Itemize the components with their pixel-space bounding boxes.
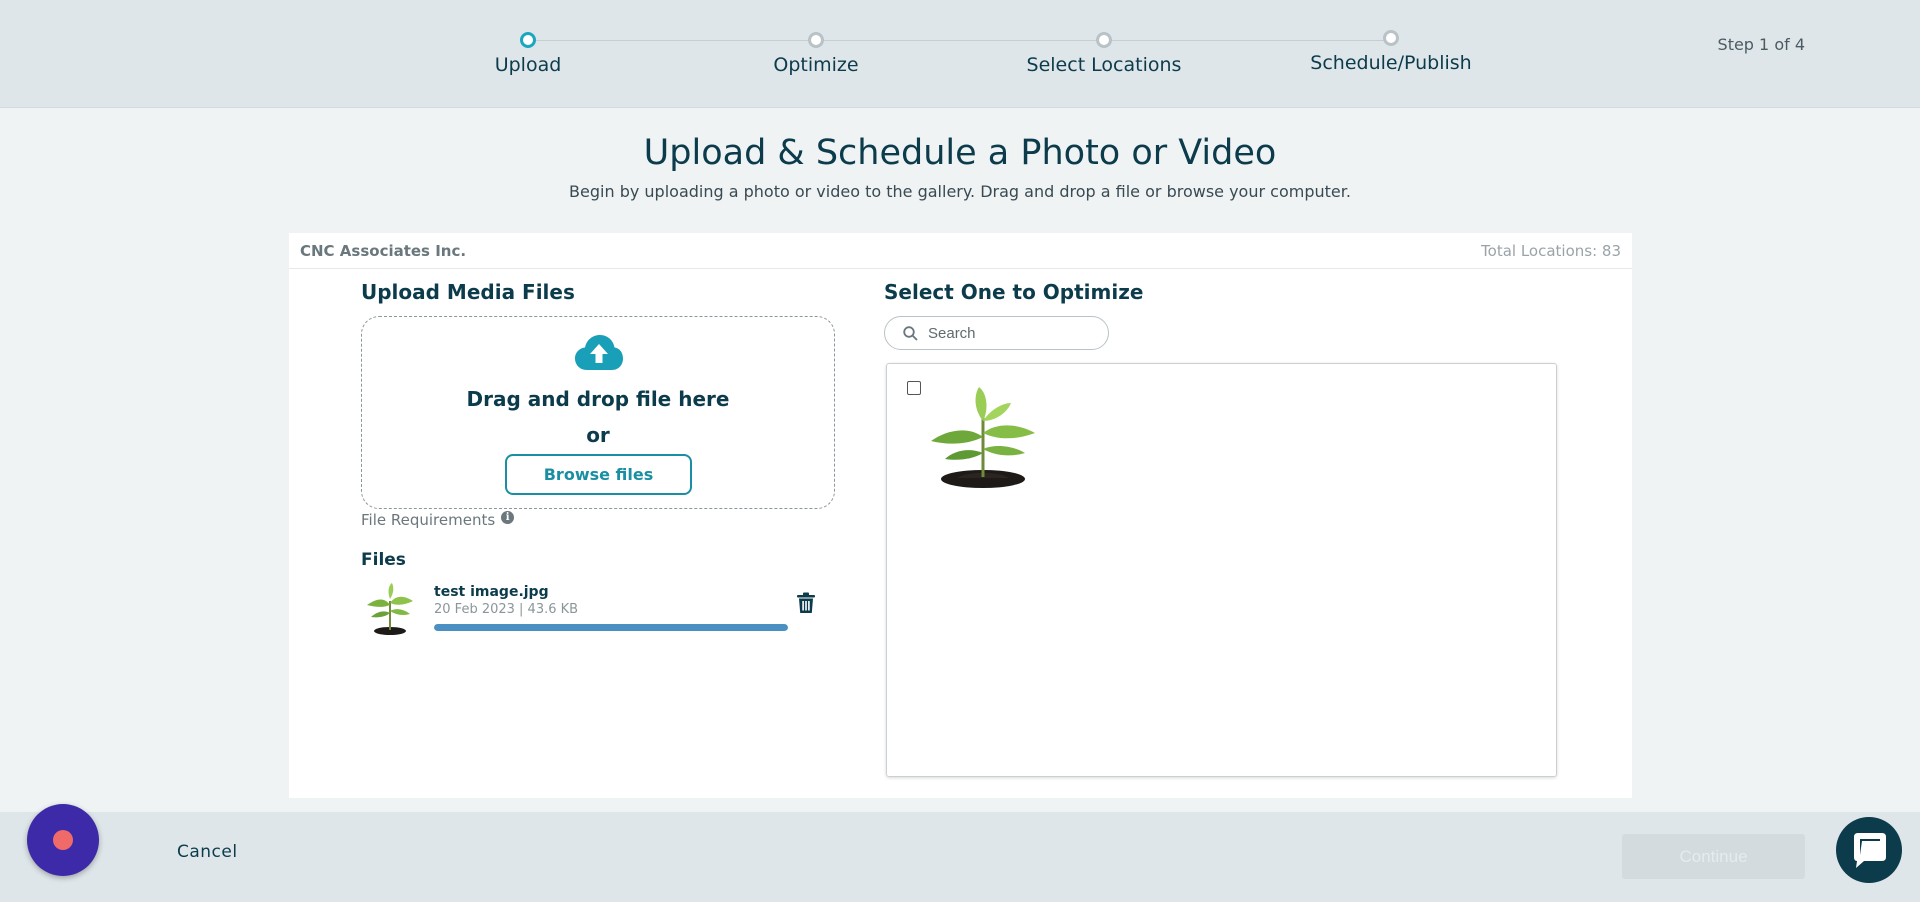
upload-progress-fill — [434, 624, 788, 631]
stepper-bar: Upload Optimize Select Locations Schedul… — [0, 0, 1920, 108]
cancel-button[interactable]: Cancel — [177, 842, 238, 862]
chat-button[interactable] — [1836, 817, 1902, 883]
step-label: Upload — [494, 54, 562, 76]
file-requirements: File Requirements i — [361, 510, 515, 529]
step-optimize: Optimize — [706, 32, 926, 76]
step-upload: Upload — [418, 32, 638, 76]
browse-files-button[interactable]: Browse files — [505, 454, 692, 495]
upload-section-title: Upload Media Files — [361, 280, 575, 304]
upload-card: CNC Associates Inc. Total Locations: 83 … — [289, 233, 1632, 798]
file-list-item: test image.jpg 20 Feb 2023 | 43.6 KB — [361, 581, 835, 641]
step-select-locations: Select Locations — [994, 32, 1214, 76]
upload-progress-bar — [434, 624, 788, 631]
drop-zone[interactable]: Drag and drop file here or Browse files — [361, 316, 835, 509]
gallery-item-checkbox[interactable] — [907, 381, 921, 395]
step-indicator — [1096, 32, 1112, 48]
step-indicator-active — [520, 32, 536, 48]
stepper-line — [528, 40, 1392, 41]
file-thumbnail — [367, 583, 413, 635]
step-label: Schedule/Publish — [1310, 52, 1472, 74]
info-icon[interactable]: i — [501, 510, 515, 524]
search-input[interactable] — [928, 324, 1088, 342]
step-counter: Step 1 of 4 — [1717, 35, 1805, 54]
total-locations: Total Locations: 83 — [1481, 241, 1621, 260]
step-indicator — [808, 32, 824, 48]
file-name: test image.jpg — [434, 584, 549, 600]
files-section-title: Files — [361, 550, 406, 570]
drag-drop-text: Drag and drop file here — [466, 387, 730, 411]
card-header: CNC Associates Inc. Total Locations: 83 — [289, 233, 1632, 269]
media-gallery — [886, 363, 1557, 777]
cloud-upload-icon — [575, 335, 623, 370]
page-title: Upload & Schedule a Photo or Video — [643, 133, 1277, 173]
gallery-item[interactable] — [907, 381, 1057, 491]
file-requirements-label: File Requirements — [361, 511, 496, 529]
chat-icon — [1854, 833, 1886, 868]
step-label: Optimize — [773, 54, 859, 76]
record-icon — [53, 830, 73, 850]
page-subtitle: Begin by uploading a photo or video to t… — [569, 182, 1351, 201]
step-label: Select Locations — [1026, 54, 1182, 76]
search-box[interactable] — [884, 316, 1109, 350]
gallery-image — [931, 387, 1035, 488]
optimize-section-title: Select One to Optimize — [884, 280, 1144, 304]
step-indicator — [1383, 30, 1399, 46]
continue-button[interactable]: Continue — [1622, 834, 1805, 879]
footer-bar: Cancel Continue — [0, 812, 1920, 902]
company-name: CNC Associates Inc. — [300, 241, 467, 260]
record-button[interactable] — [27, 804, 99, 876]
step-schedule-publish: Schedule/Publish — [1281, 30, 1501, 74]
or-text: or — [586, 423, 610, 447]
file-meta: 20 Feb 2023 | 43.6 KB — [434, 602, 579, 617]
search-icon — [903, 325, 918, 341]
trash-icon[interactable] — [796, 592, 816, 614]
